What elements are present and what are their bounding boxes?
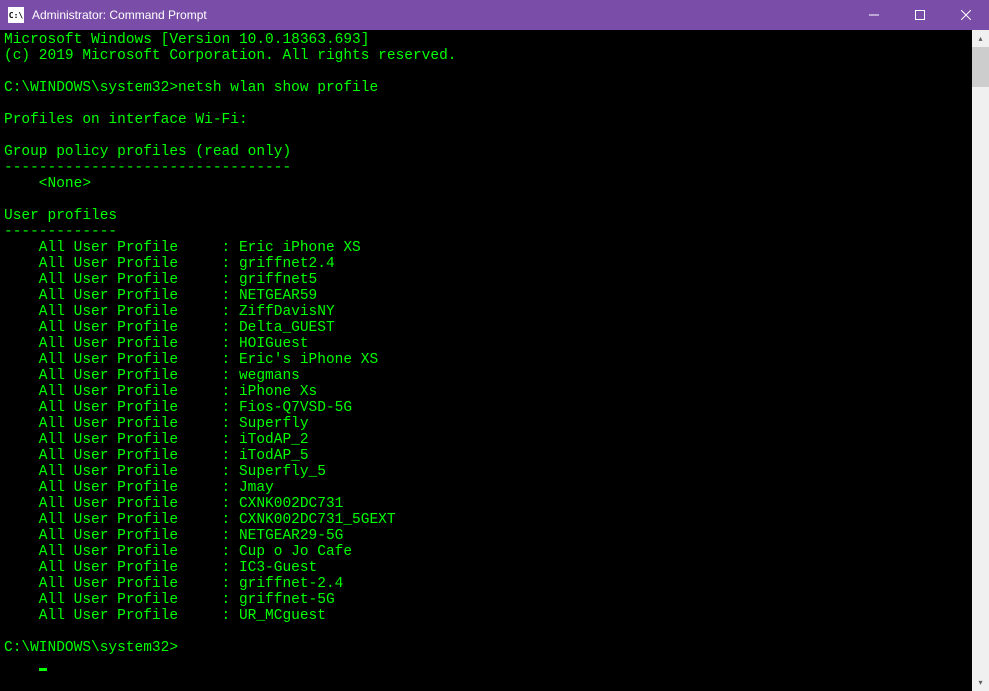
banner-line: (c) 2019 Microsoft Corporation. All righ… (4, 48, 968, 64)
command-prompt-window: C:\ Administrator: Command Prompt Micros… (0, 0, 989, 691)
blank-line (4, 96, 968, 112)
blank-line (4, 64, 968, 80)
scroll-up-arrow[interactable]: ▴ (972, 30, 989, 47)
profile-line: All User Profile : CXNK002DC731 (4, 496, 968, 512)
scroll-track[interactable] (972, 47, 989, 674)
profile-line: All User Profile : UR_MCguest (4, 608, 968, 624)
profile-line: All User Profile : iTodAP_5 (4, 448, 968, 464)
profile-line: All User Profile : Eric iPhone XS (4, 240, 968, 256)
cursor-line (4, 656, 968, 672)
profile-line: All User Profile : griffnet5 (4, 272, 968, 288)
profile-line: All User Profile : NETGEAR59 (4, 288, 968, 304)
app-icon: C:\ (8, 7, 24, 23)
window-controls (851, 0, 989, 30)
profile-line: All User Profile : wegmans (4, 368, 968, 384)
profile-line: All User Profile : Eric's iPhone XS (4, 352, 968, 368)
separator-line: ------------- (4, 224, 968, 240)
close-button[interactable] (943, 0, 989, 30)
banner-line: Microsoft Windows [Version 10.0.18363.69… (4, 32, 968, 48)
cursor (39, 668, 47, 671)
profile-line: All User Profile : ZiffDavisNY (4, 304, 968, 320)
vertical-scrollbar[interactable]: ▴ ▾ (972, 30, 989, 691)
profile-line: All User Profile : Fios-Q7VSD-5G (4, 400, 968, 416)
profile-line: All User Profile : griffnet-2.4 (4, 576, 968, 592)
terminal-area: Microsoft Windows [Version 10.0.18363.69… (0, 30, 989, 691)
scroll-thumb[interactable] (972, 47, 989, 87)
profile-line: All User Profile : CXNK002DC731_5GEXT (4, 512, 968, 528)
user-profiles-header: User profiles (4, 208, 968, 224)
profile-line: All User Profile : Cup o Jo Cafe (4, 544, 968, 560)
prompt-line: C:\WINDOWS\system32>netsh wlan show prof… (4, 80, 968, 96)
profile-line: All User Profile : griffnet2.4 (4, 256, 968, 272)
group-policy-header: Group policy profiles (read only) (4, 144, 968, 160)
blank-line (4, 128, 968, 144)
profile-line: All User Profile : iPhone Xs (4, 384, 968, 400)
profile-line: All User Profile : iTodAP_2 (4, 432, 968, 448)
profile-line: All User Profile : Superfly_5 (4, 464, 968, 480)
section-header: Profiles on interface Wi-Fi: (4, 112, 968, 128)
profile-line: All User Profile : NETGEAR29-5G (4, 528, 968, 544)
terminal-output[interactable]: Microsoft Windows [Version 10.0.18363.69… (0, 30, 972, 691)
maximize-icon (915, 10, 925, 20)
group-policy-none: <None> (4, 176, 968, 192)
profile-line: All User Profile : HOIGuest (4, 336, 968, 352)
profile-line: All User Profile : Superfly (4, 416, 968, 432)
profile-line: All User Profile : Delta_GUEST (4, 320, 968, 336)
separator-line: --------------------------------- (4, 160, 968, 176)
prompt-line: C:\WINDOWS\system32> (4, 640, 968, 656)
profile-line: All User Profile : griffnet-5G (4, 592, 968, 608)
blank-line (4, 192, 968, 208)
profile-line: All User Profile : Jmay (4, 480, 968, 496)
scroll-down-arrow[interactable]: ▾ (972, 674, 989, 691)
minimize-icon (869, 10, 879, 20)
window-title: Administrator: Command Prompt (30, 8, 851, 22)
profile-line: All User Profile : IC3-Guest (4, 560, 968, 576)
minimize-button[interactable] (851, 0, 897, 30)
maximize-button[interactable] (897, 0, 943, 30)
blank-line (4, 624, 968, 640)
titlebar[interactable]: C:\ Administrator: Command Prompt (0, 0, 989, 30)
close-icon (961, 10, 971, 20)
